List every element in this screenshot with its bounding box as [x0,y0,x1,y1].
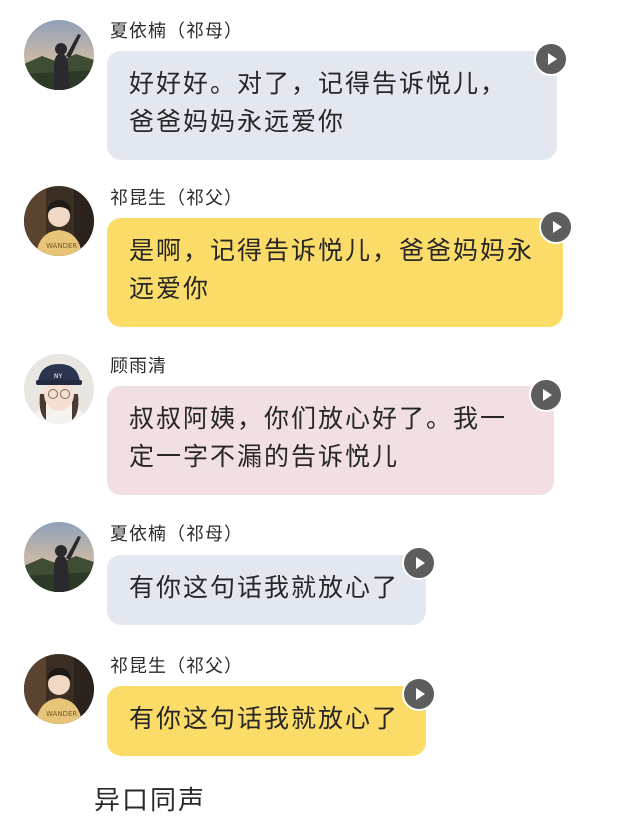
play-voice-button[interactable] [402,677,436,711]
sender-name: 夏依楠（祁母） [110,524,243,545]
message-text: 有你这句话我就放心了 [129,573,400,602]
avatar[interactable]: WANDER [24,186,94,256]
caption-text: 异口同声 [94,786,207,816]
chat-screen: 夏依楠（祁母） 好好好。对了，记得告诉悦儿，爸爸妈妈永远爱你 WANDER 祁昆… [0,0,640,837]
avatar-woman-mountain-sunset-icon [24,522,94,592]
play-voice-button[interactable] [534,42,568,76]
message-text: 有你这句话我就放心了 [129,704,400,733]
sender-name: 祁昆生（祁父） [110,188,243,209]
svg-text:WANDER: WANDER [46,710,77,718]
message-bubble[interactable]: 叔叔阿姨，你们放心好了。我一定一字不漏的告诉悦儿 [107,386,554,495]
sender-name: 祁昆生（祁父） [110,656,243,677]
message-bubble[interactable]: 好好好。对了，记得告诉悦儿，爸爸妈妈永远爱你 [107,51,557,160]
sender-name: 顾雨清 [110,356,167,377]
svg-text:WANDER: WANDER [46,242,77,250]
avatar-woman-mountain-sunset-icon [24,20,94,90]
play-voice-button[interactable] [402,546,436,580]
message-text: 是啊，记得告诉悦儿，爸爸妈妈永远爱你 [129,236,535,303]
sender-name: 夏依楠（祁母） [110,21,243,42]
avatar[interactable] [24,522,94,592]
play-voice-button[interactable] [539,210,573,244]
message-bubble[interactable]: 有你这句话我就放心了 [107,555,426,625]
message-text: 好好好。对了，记得告诉悦儿，爸爸妈妈永远爱你 [129,69,508,136]
avatar[interactable] [24,20,94,90]
avatar[interactable]: WANDER [24,654,94,724]
avatar-person-yellow-sweater-icon: WANDER [24,186,94,256]
avatar-person-yellow-sweater-icon: WANDER [24,654,94,724]
avatar-girl-navy-cap-icon: NY [24,354,94,424]
message-text: 叔叔阿姨，你们放心好了。我一定一字不漏的告诉悦儿 [129,404,508,471]
svg-text:NY: NY [54,373,62,380]
play-voice-button[interactable] [529,378,563,412]
avatar[interactable]: NY [24,354,94,424]
message-bubble[interactable]: 有你这句话我就放心了 [107,686,426,756]
message-bubble[interactable]: 是啊，记得告诉悦儿，爸爸妈妈永远爱你 [107,218,563,327]
